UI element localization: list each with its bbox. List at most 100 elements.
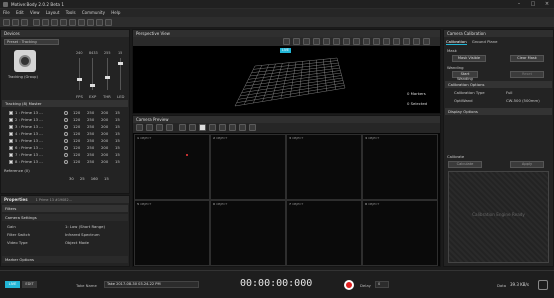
delay-input[interactable]: 0 [375,281,389,288]
menu-view[interactable]: View [30,10,40,15]
optiwand-value[interactable]: CW-500 (500mm) [506,97,540,104]
camera-info-icon[interactable] [239,124,246,131]
take-name-input[interactable]: Take 2017-08-30 03.24.22 PM [104,281,199,288]
camera-enable-checkbox[interactable] [9,125,13,129]
display-options-section[interactable]: Display Options [445,108,552,115]
grayscale-icon[interactable] [179,124,186,131]
tracking-group-header[interactable]: Tracking (8) Master [2,100,128,107]
mask-visible-button[interactable]: Mask Visible [452,55,486,62]
clear-mask-button[interactable]: Clear Mask [510,55,544,62]
cal-type-value[interactable]: Full [506,89,513,96]
property-value[interactable]: 1: Low (Short Range) [65,223,105,230]
filters-section[interactable]: Filters [2,205,128,212]
brush-icon[interactable] [219,124,226,131]
assets-icon[interactable] [51,19,58,26]
grid-icon[interactable] [333,38,340,45]
save-icon[interactable] [21,19,28,26]
camera-select-icon[interactable] [413,38,420,45]
camera-row[interactable]: 5 : Prime 13 ... [9,137,43,144]
stop-icon[interactable] [199,124,206,131]
camera-settings-section[interactable]: Camera Settings [2,214,128,221]
menu-file[interactable]: File [3,10,10,15]
zoom-icon[interactable] [156,124,163,131]
camera-cell[interactable]: 7 OBJECT [286,200,362,266]
calibration-options-section[interactable]: Calibration Options [445,81,552,88]
log-icon[interactable] [96,19,103,26]
pan-icon[interactable] [146,124,153,131]
start-wanding-button[interactable]: Start Wanding [452,71,478,81]
camera-row[interactable]: 6 : Prime 13 ... [9,144,43,151]
menu-community[interactable]: Community [82,10,105,15]
camera-cell[interactable]: 2 OBJECT [210,134,286,200]
property-value[interactable]: Object Mode [65,239,89,246]
reset-button[interactable]: Reset [510,71,544,78]
camera-row[interactable]: 7 : Prime 13 ... [9,151,43,158]
camera-enable-checkbox[interactable] [9,118,13,122]
camera-row[interactable]: 1 : Prime 13 ... [9,109,43,116]
camera-enable-checkbox[interactable] [9,146,13,150]
camera-row[interactable]: 8 : Prime 13 ... [9,158,43,165]
camera-enable-checkbox[interactable] [9,132,13,136]
camera-cell[interactable]: 8 OBJECT [362,200,438,266]
layout-icon[interactable] [33,19,40,26]
property-value[interactable]: Infrared Spectrum [65,231,100,238]
graph-icon[interactable] [87,19,94,26]
camera-enable-checkbox[interactable] [9,139,13,143]
new-icon[interactable] [3,19,10,26]
camera-row[interactable]: 2 : Prime 13 ... [9,116,43,123]
menu-tools[interactable]: Tools [66,10,76,15]
camera-enable-checkbox[interactable] [9,153,13,157]
record-dot-icon[interactable] [209,124,216,131]
exp-slider[interactable] [90,58,95,90]
rigidbody-icon[interactable] [373,38,380,45]
fit-icon[interactable] [423,38,430,45]
layout-grid-icon[interactable] [136,124,143,131]
edit-mode-button[interactable]: EDIT [22,281,37,288]
frustum-icon[interactable] [383,38,390,45]
rotate-icon[interactable] [303,38,310,45]
camera-enable-checkbox[interactable] [9,111,13,115]
select-icon[interactable] [313,38,320,45]
markers-icon[interactable] [353,38,360,45]
tab-calibration[interactable]: Calibration [446,39,467,45]
camera-row[interactable]: 4 : Prime 13 ... [9,130,43,137]
marker-options-section[interactable]: Marker Options [2,256,128,263]
data-icon[interactable] [78,19,85,26]
options-icon[interactable] [403,38,410,45]
camera-cell[interactable]: 1 OBJECT [134,134,210,200]
calibration-icon[interactable] [69,19,76,26]
camera-cell[interactable]: 4 OBJECT [362,134,438,200]
minimize-icon[interactable]: – [512,1,526,8]
reference-group[interactable]: Reference (0) [4,167,30,174]
tab-ground-plane[interactable]: Ground Plane [472,39,498,44]
properties-icon[interactable] [60,19,67,26]
camera-cell[interactable]: 3 OBJECT [286,134,362,200]
maximize-icon[interactable]: □ [526,1,540,8]
camera-cell[interactable]: 6 OBJECT [210,200,286,266]
open-icon[interactable] [12,19,19,26]
menu-edit[interactable]: Edit [16,10,24,15]
pan-icon[interactable] [293,38,300,45]
skeleton-icon[interactable] [363,38,370,45]
preset-select[interactable]: Preset : Tracking [4,39,59,45]
led-slider[interactable] [118,58,123,90]
zoom-icon[interactable] [283,38,290,45]
mask-icon[interactable] [229,124,236,131]
close-icon[interactable]: × [540,1,554,8]
move-icon[interactable] [323,38,330,45]
fit-icon[interactable] [166,124,173,131]
camera-cell[interactable]: 5 OBJECT [134,200,210,266]
calculate-button[interactable]: Calculate [448,161,482,168]
play-icon[interactable] [189,124,196,131]
camera-row[interactable]: 3 : Prime 13 ... [9,123,43,130]
eye-icon[interactable] [393,38,400,45]
live-mode-button[interactable]: LIVE [5,281,20,288]
menu-help[interactable]: Help [111,10,120,15]
thr-slider[interactable] [105,58,110,90]
apply-button[interactable]: Apply [510,161,544,168]
eye-icon[interactable] [249,124,256,131]
menu-layout[interactable]: Layout [46,10,60,15]
fps-slider[interactable] [77,58,82,90]
settings-icon[interactable] [105,19,112,26]
record-button[interactable] [344,280,354,290]
